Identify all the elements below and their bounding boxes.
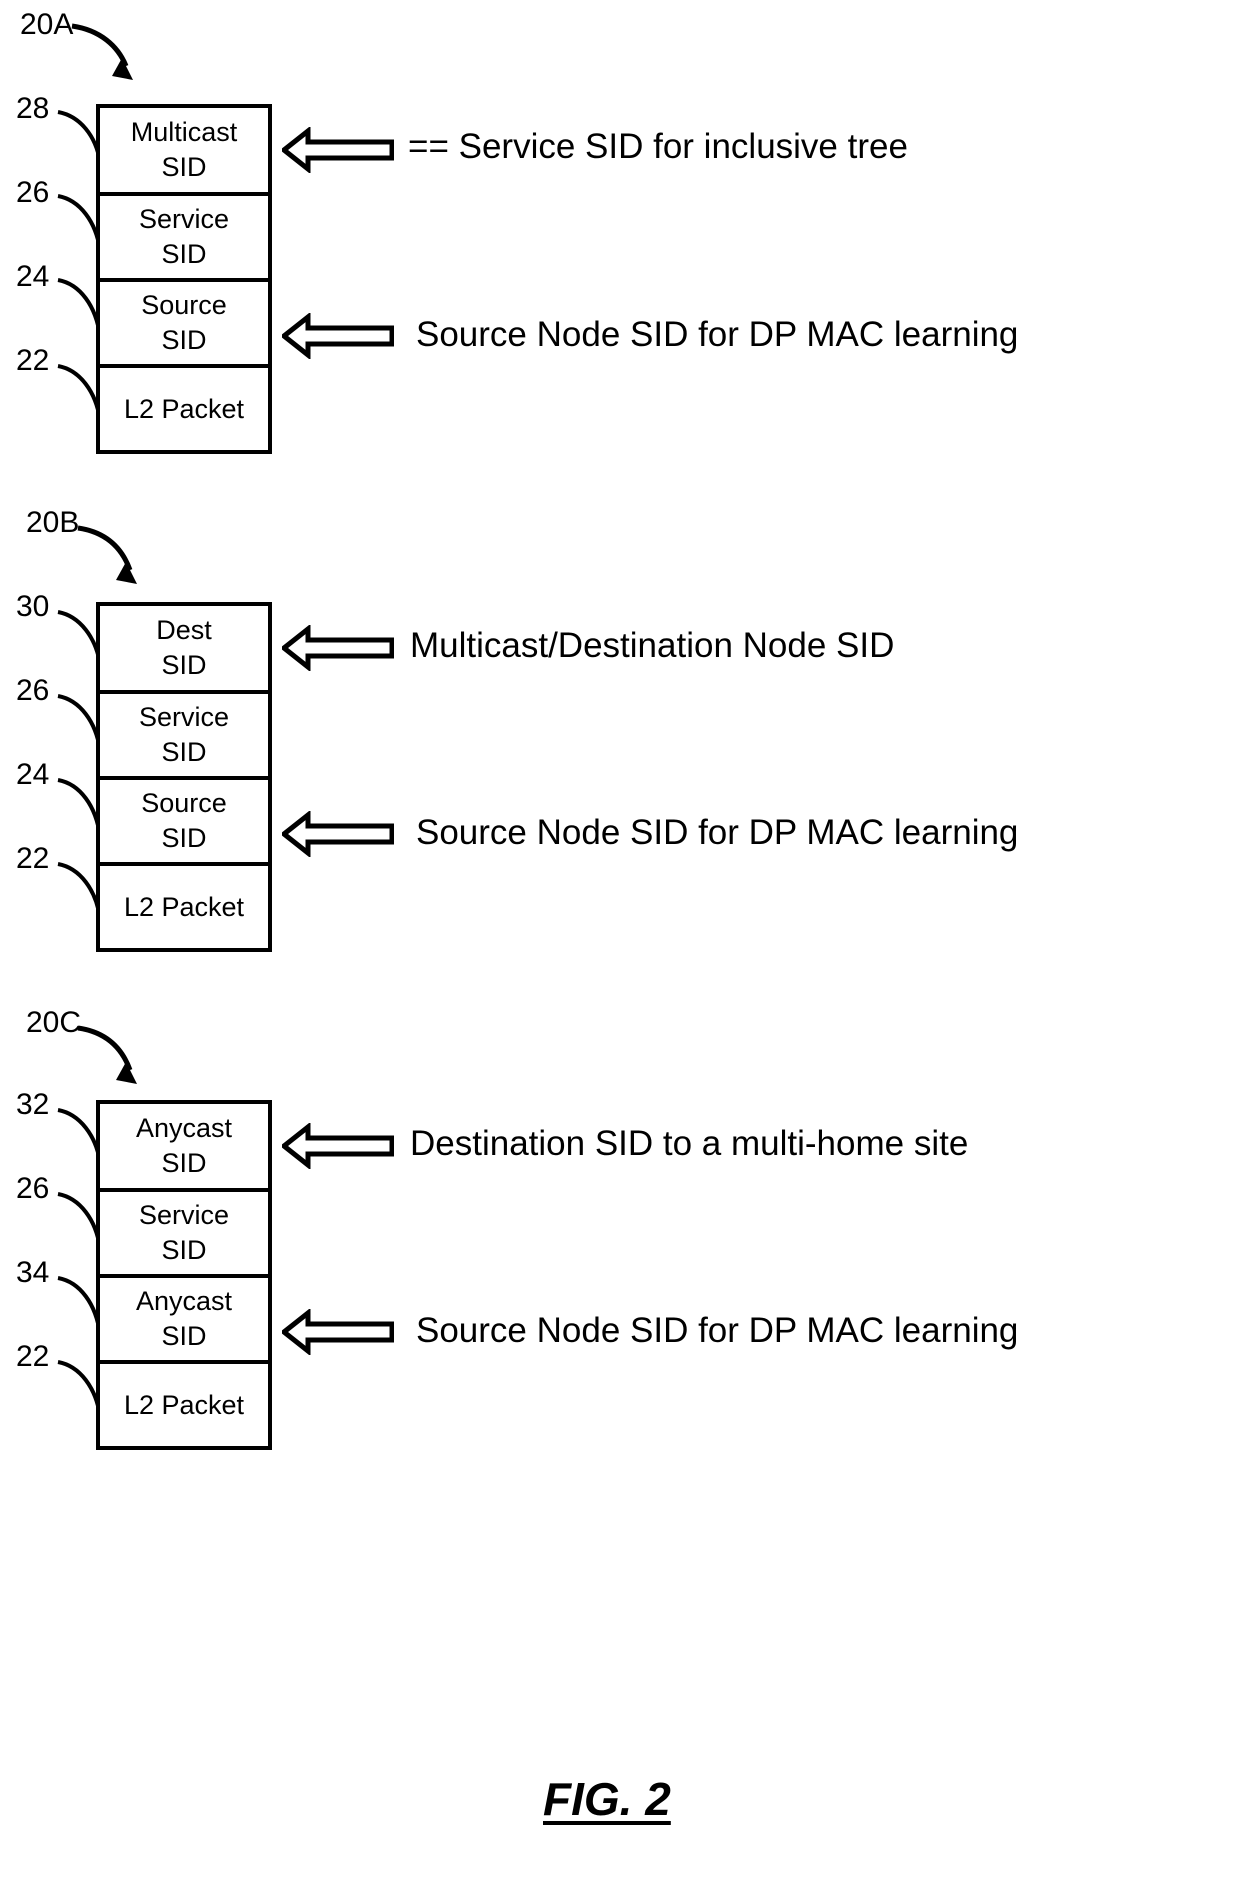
packet-field-line2: SID <box>161 1148 207 1178</box>
ref-number-20A-row1: 26 <box>16 176 50 209</box>
packet-field-source-sid: Source SID <box>100 282 268 368</box>
packet-field-line1: Source <box>141 290 227 321</box>
packet-field-line2: SID <box>161 1321 207 1351</box>
callout-arrow-20B-source <box>282 811 394 857</box>
callout-arrow-20C-source <box>282 1309 394 1355</box>
packet-stack-20C: Anycast SID Service SID Anycast SID L2 P… <box>96 1100 272 1450</box>
annotation-20A-top: == Service SID for inclusive tree <box>408 127 908 166</box>
packet-stack-20B: Dest SID Service SID Source SID L2 Packe… <box>96 602 272 952</box>
ref-number-20C-row2: 34 <box>16 1256 50 1289</box>
packet-field-line1: Multicast <box>130 117 238 148</box>
ref-number-20B-row2: 24 <box>16 758 50 791</box>
packet-field-line1: Service <box>138 204 230 235</box>
packet-field-line1: Source <box>141 788 227 819</box>
ref-number-20A-row3: 22 <box>16 344 50 377</box>
ref-number-20B-row0: 30 <box>16 590 50 623</box>
block-tag-20C: 20C <box>26 1006 82 1039</box>
packet-field-anycast-sid-source: Anycast SID <box>100 1278 268 1364</box>
packet-field-line1: L2 Packet <box>123 891 245 922</box>
figure-caption: FIG. 2 <box>543 1773 671 1825</box>
packet-field-l2-packet: L2 Packet <box>100 1364 268 1446</box>
packet-field-line2: SID <box>161 737 207 767</box>
packet-field-line2: SID <box>161 152 207 182</box>
ref-number-20A-row0: 28 <box>16 92 50 125</box>
annotation-20B-top: Multicast/Destination Node SID <box>410 626 895 665</box>
packet-field-dest-sid: Dest SID <box>100 606 268 694</box>
packet-field-line2: SID <box>161 823 207 853</box>
callout-arrow-20B-top <box>282 625 394 671</box>
packet-field-line2: SID <box>161 239 207 269</box>
packet-field-multicast-sid: Multicast SID <box>100 108 268 196</box>
ref-number-20C-row1: 26 <box>16 1172 50 1205</box>
packet-stack-20A: Multicast SID Service SID Source SID L2 … <box>96 104 272 454</box>
callout-arrow-20A-top <box>282 127 394 173</box>
packet-field-line1: Dest <box>156 615 212 646</box>
packet-field-line1: Anycast <box>135 1113 233 1144</box>
packet-field-l2-packet: L2 Packet <box>100 866 268 948</box>
packet-field-l2-packet: L2 Packet <box>100 368 268 450</box>
packet-field-anycast-sid-dest: Anycast SID <box>100 1104 268 1192</box>
packet-field-line2: SID <box>161 325 207 355</box>
packet-field-service-sid: Service SID <box>100 1192 268 1278</box>
packet-field-line1: Service <box>138 702 230 733</box>
packet-field-line2: SID <box>161 650 207 680</box>
packet-field-line2: SID <box>161 1235 207 1265</box>
annotation-20C-top: Destination SID to a multi-home site <box>410 1124 969 1163</box>
packet-field-line1: L2 Packet <box>123 1389 245 1420</box>
packet-field-service-sid: Service SID <box>100 196 268 282</box>
ref-number-20B-row3: 22 <box>16 842 50 875</box>
block-tag-20A: 20A <box>20 8 74 41</box>
callout-arrow-20A-source <box>282 313 394 359</box>
annotation-20A-source: Source Node SID for DP MAC learning <box>416 315 1019 354</box>
ref-number-20C-row3: 22 <box>16 1340 50 1373</box>
annotation-20C-source: Source Node SID for DP MAC learning <box>416 1311 1019 1350</box>
ref-number-20C-row0: 32 <box>16 1088 50 1121</box>
annotation-20B-source: Source Node SID for DP MAC learning <box>416 813 1019 852</box>
ref-number-20A-row2: 24 <box>16 260 50 293</box>
patent-figure-sheet: 20A 28 26 24 22 Multicast SID Service SI… <box>0 0 1240 1885</box>
packet-field-line1: L2 Packet <box>123 393 245 424</box>
packet-field-service-sid: Service SID <box>100 694 268 780</box>
callout-arrow-20C-top <box>282 1123 394 1169</box>
ref-number-20B-row1: 26 <box>16 674 50 707</box>
packet-field-source-sid: Source SID <box>100 780 268 866</box>
packet-field-line1: Service <box>138 1200 230 1231</box>
block-tag-20B: 20B <box>26 506 80 539</box>
packet-field-line1: Anycast <box>135 1286 233 1317</box>
